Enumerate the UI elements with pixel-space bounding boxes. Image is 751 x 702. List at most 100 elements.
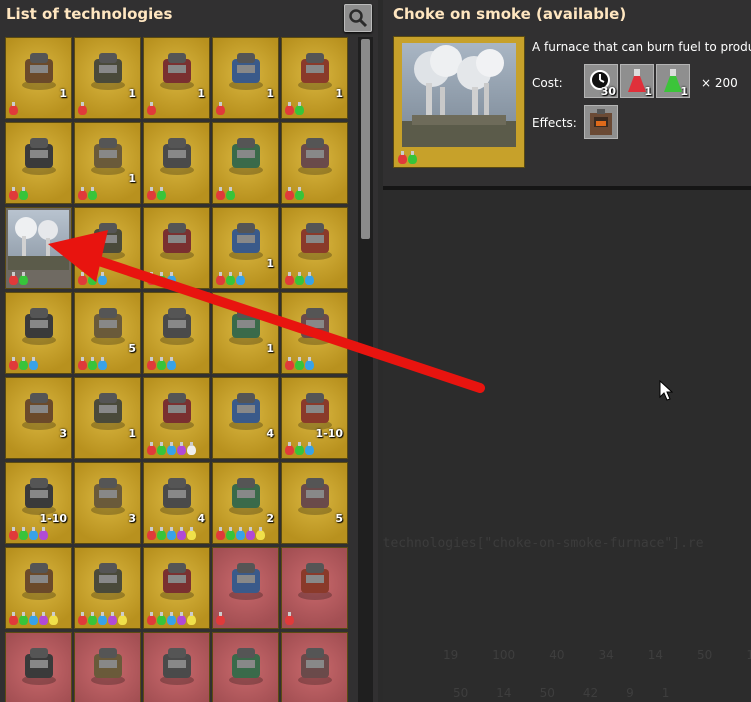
- technology-tile[interactable]: [143, 207, 210, 289]
- purple-science-flask-icon: [246, 527, 255, 540]
- technology-icon: [16, 387, 62, 433]
- tile-science-packs: [147, 102, 156, 115]
- technology-icon: [292, 132, 338, 178]
- green-science-flask-icon: [157, 272, 166, 285]
- yellow-science-flask-icon: [187, 527, 196, 540]
- technology-tile[interactable]: [281, 632, 348, 702]
- technology-tile[interactable]: 3: [74, 462, 141, 544]
- technology-tile[interactable]: [143, 547, 210, 629]
- technology-icon: [85, 47, 131, 93]
- technology-tile[interactable]: 1: [74, 377, 141, 459]
- red-science-flask-icon: [78, 187, 87, 200]
- technology-icon: [85, 217, 131, 263]
- technology-tile[interactable]: 1: [74, 122, 141, 204]
- green-science-flask-icon: [295, 272, 304, 285]
- tile-science-packs: [78, 272, 107, 285]
- technology-tile[interactable]: 5: [281, 462, 348, 544]
- search-button[interactable]: [344, 4, 372, 32]
- mouse-cursor-icon: [659, 380, 673, 401]
- technology-tile[interactable]: [143, 122, 210, 204]
- tile-science-packs: [285, 612, 294, 625]
- red-science-flask-icon: [285, 612, 294, 625]
- technology-icon: [223, 47, 269, 93]
- red-science-flask-icon: [216, 272, 225, 285]
- technology-tile[interactable]: 1: [212, 292, 279, 374]
- technology-tile[interactable]: 5: [74, 292, 141, 374]
- tile-science-packs: [147, 357, 176, 370]
- green-science-flask-icon: [88, 272, 97, 285]
- technology-icon: [154, 217, 200, 263]
- red-science-flask-icon: [216, 527, 225, 540]
- technology-tile[interactable]: [281, 122, 348, 204]
- quickbar-count: 13: [746, 648, 751, 662]
- red-science-flask-icon: [78, 102, 87, 115]
- technology-icon: [292, 472, 338, 518]
- technology-tile[interactable]: [212, 547, 279, 629]
- technology-tile[interactable]: 3: [5, 377, 72, 459]
- technology-tile[interactable]: [5, 122, 72, 204]
- green-science-flask-icon: [295, 102, 304, 115]
- effect-unlock-slot[interactable]: [584, 105, 618, 139]
- furnace-icon: [590, 109, 612, 135]
- tile-science-packs: [147, 442, 196, 455]
- smoke-furnace-picture: [402, 43, 516, 147]
- technology-icon: [16, 132, 62, 178]
- technology-tile[interactable]: 4: [212, 377, 279, 459]
- preview-science-packs: [398, 151, 417, 164]
- technology-tile[interactable]: 1-10: [5, 462, 72, 544]
- technology-tile[interactable]: 1: [212, 207, 279, 289]
- tile-science-packs: [78, 612, 127, 625]
- technology-tile[interactable]: [143, 632, 210, 702]
- technology-tile[interactable]: [5, 207, 72, 289]
- technology-tile[interactable]: 1: [74, 37, 141, 119]
- technology-tile[interactable]: 1-10: [281, 377, 348, 459]
- technology-tile[interactable]: 1: [212, 37, 279, 119]
- technology-tile[interactable]: 2: [212, 462, 279, 544]
- technology-tile[interactable]: [5, 292, 72, 374]
- technology-tile[interactable]: [212, 632, 279, 702]
- tile-science-packs: [9, 612, 58, 625]
- technology-tile[interactable]: [5, 632, 72, 702]
- technology-tile[interactable]: [143, 377, 210, 459]
- technology-tile[interactable]: 4: [143, 462, 210, 544]
- red-science-flask-icon: [147, 612, 156, 625]
- technology-tile[interactable]: [281, 292, 348, 374]
- scrollbar-thumb[interactable]: [361, 39, 370, 239]
- tile-level-badge: 3: [59, 427, 67, 440]
- purple-science-flask-icon: [39, 527, 48, 540]
- purple-science-flask-icon: [177, 442, 186, 455]
- technology-tile[interactable]: 1: [281, 37, 348, 119]
- technology-icon: [85, 387, 131, 433]
- technology-tile[interactable]: [74, 632, 141, 702]
- quickbar-count: 9: [626, 686, 634, 700]
- technology-tile[interactable]: [212, 122, 279, 204]
- red-science-flask-icon: [78, 357, 87, 370]
- tile-science-packs: [78, 102, 87, 115]
- smoke-furnace-thumbnail: [8, 210, 69, 270]
- blue-science-flask-icon: [236, 272, 245, 285]
- cost-label: Cost:: [532, 76, 563, 90]
- quickbar-count: 40: [549, 648, 565, 662]
- technology-tile[interactable]: 1: [143, 37, 210, 119]
- red-science-flask-icon: [147, 442, 156, 455]
- technology-tile[interactable]: [281, 207, 348, 289]
- technology-tile[interactable]: [281, 547, 348, 629]
- technology-icon: [292, 302, 338, 348]
- technology-list-scrollbar[interactable]: [358, 37, 373, 702]
- tile-science-packs: [216, 527, 265, 540]
- technology-icon: [85, 642, 131, 688]
- time-cost-amount: 30: [600, 85, 616, 98]
- tile-level-badge: 1: [128, 427, 136, 440]
- technology-tile[interactable]: 1: [5, 37, 72, 119]
- tile-science-packs: [78, 357, 107, 370]
- technology-tile[interactable]: [74, 207, 141, 289]
- technology-tile[interactable]: [5, 547, 72, 629]
- blue-science-flask-icon: [167, 357, 176, 370]
- tile-science-packs: [78, 187, 97, 200]
- red-science-flask-icon: [9, 357, 18, 370]
- red-science-flask-icon: [147, 357, 156, 370]
- quickbar-counts: 19 100 40 34 14 50 13: [443, 648, 751, 662]
- technology-tile[interactable]: [143, 292, 210, 374]
- purple-science-flask-icon: [108, 612, 117, 625]
- technology-tile[interactable]: [74, 547, 141, 629]
